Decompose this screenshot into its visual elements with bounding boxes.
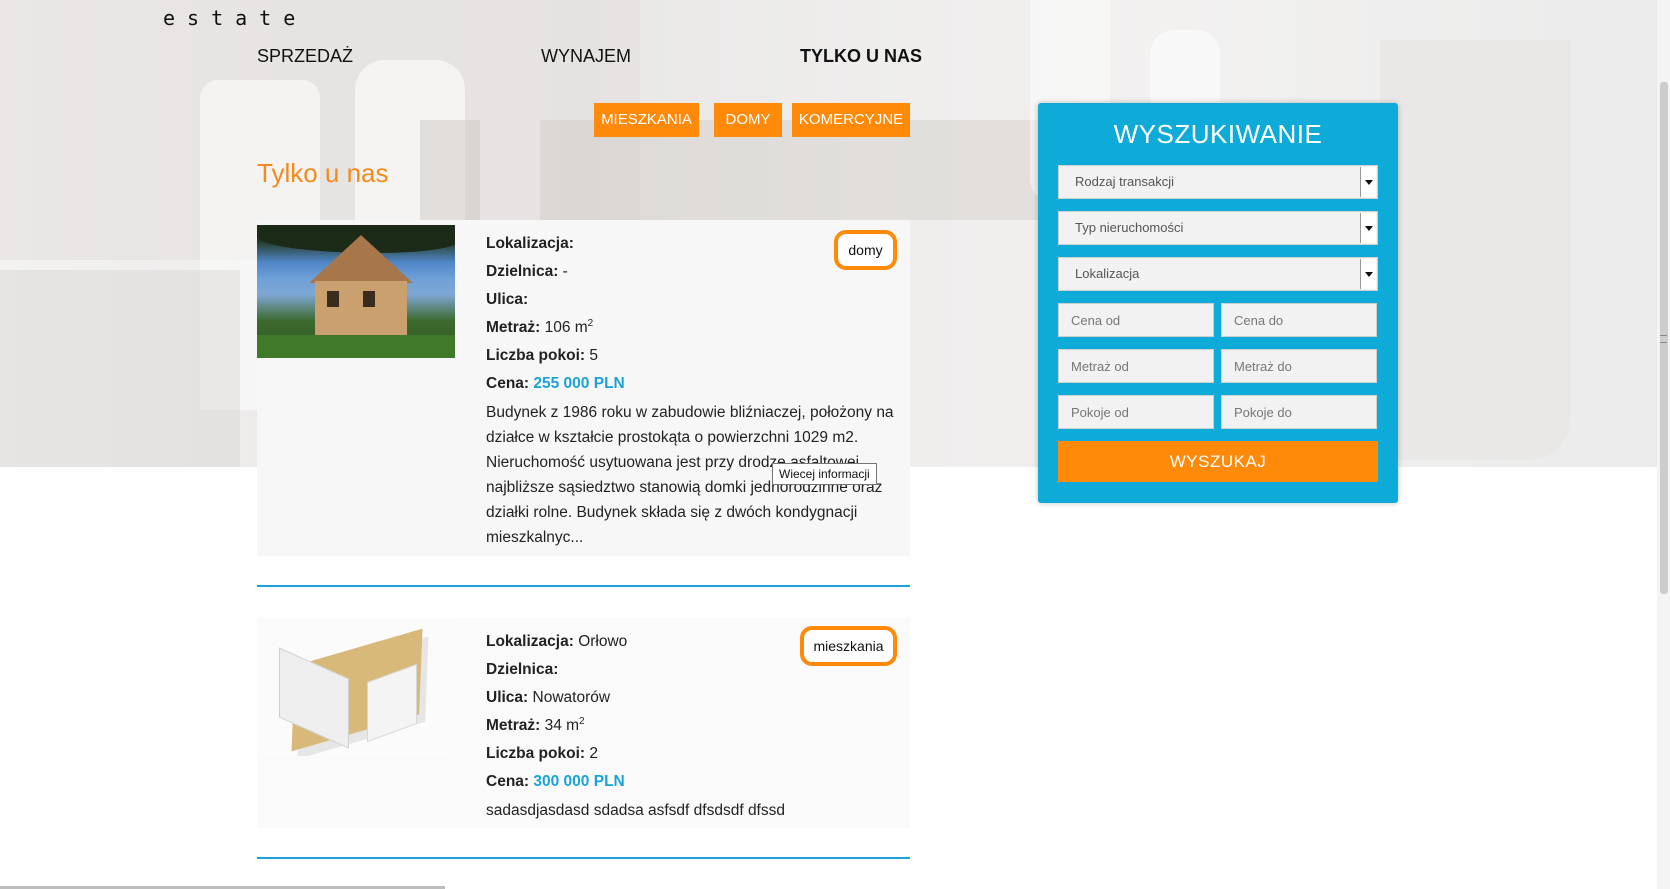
area-to-input[interactable] (1221, 349, 1377, 383)
price-value: 300 000 PLN (533, 773, 625, 790)
area-value: 106 m (544, 319, 588, 336)
district-value: - (562, 263, 568, 280)
rooms-value: 5 (589, 347, 598, 364)
chevron-down-icon[interactable] (1360, 259, 1376, 289)
price-row: Cena: 300 000 PLN (486, 768, 901, 796)
scrollbar-grip-icon (1660, 335, 1667, 343)
street-row: Ulica: Nowatorów (486, 684, 901, 712)
category-button-mieszkania[interactable]: MIESZKANIA (594, 103, 699, 137)
select-value: Rodzaj transakcji (1075, 174, 1174, 189)
description-line: działce w kształcie prostokąta o powierz… (486, 429, 859, 446)
more-info-tooltip: Wiecej informacji (772, 463, 877, 485)
location-value: Orłowo (578, 633, 628, 650)
district-label: Dzielnica: (486, 263, 559, 280)
site-logo[interactable]: estate (163, 6, 307, 30)
rooms-label: Liczba pokoi: (486, 347, 586, 364)
listing-divider (257, 857, 910, 859)
area-from-input[interactable] (1058, 349, 1214, 383)
listing-divider (257, 585, 910, 587)
search-button[interactable]: WYSZUKAJ (1058, 441, 1378, 482)
price-to-input[interactable] (1221, 303, 1377, 337)
area-unit-exponent: 2 (587, 317, 594, 329)
chevron-down-icon[interactable] (1360, 213, 1376, 243)
rooms-from-input[interactable] (1058, 395, 1214, 429)
nav-item-wynajem[interactable]: WYNAJEM (541, 46, 631, 67)
transaction-type-select[interactable]: Rodzaj transakcji (1058, 165, 1378, 199)
location-label: Lokalizacja: (486, 235, 574, 252)
description-line: mieszkalnyc... (486, 529, 584, 546)
area-unit-exponent: 2 (579, 715, 585, 727)
bg-shape (1380, 40, 1570, 460)
listing-photo[interactable] (257, 225, 455, 358)
price-row: Cena: 255 000 PLN (486, 370, 901, 398)
category-button-domy[interactable]: DOMY (714, 103, 782, 137)
price-value: 255 000 PLN (533, 375, 625, 392)
street-value: Nowatorów (532, 689, 611, 706)
roof-shape (309, 235, 413, 283)
rooms-row: Liczba pokoi: 2 (486, 740, 901, 768)
property-type-select[interactable]: Typ nieruchomości (1058, 211, 1378, 245)
rooms-label: Liczba pokoi: (486, 745, 586, 762)
wall-shape (315, 281, 407, 337)
description-line: Budynek z 1986 roku w zabudowie bliźniac… (486, 404, 894, 421)
property-type-badge[interactable]: domy (834, 230, 897, 270)
street-label: Ulica: (486, 689, 529, 706)
lawn-shape (257, 335, 455, 358)
property-type-badge[interactable]: mieszkania (800, 626, 897, 666)
district-label: Dzielnica: (486, 661, 559, 678)
search-panel: WYSZUKIWANIE Rodzaj transakcji Typ nieru… (1038, 103, 1398, 503)
rooms-value: 2 (589, 745, 598, 762)
street-row: Ulica: (486, 286, 901, 314)
listing-card: Lokalizacja: Orłowo Dzielnica: Ulica: No… (257, 618, 910, 828)
listing-info: Lokalizacja: Dzielnica: - Ulica: Metraż:… (486, 230, 901, 550)
area-label: Metraż: (486, 717, 541, 734)
nav-item-tylko-u-nas[interactable]: TYLKO U NAS (800, 46, 922, 67)
listing-photo[interactable] (257, 623, 455, 756)
description-line: działki rolne. Budynek składa się z dwóc… (486, 504, 858, 521)
chevron-down-icon[interactable] (1360, 167, 1376, 197)
location-select[interactable]: Lokalizacja (1058, 257, 1378, 291)
category-button-komercyjne[interactable]: KOMERCYJNE (792, 103, 910, 137)
price-label: Cena: (486, 773, 530, 790)
area-value: 34 m (544, 717, 580, 734)
bg-shape (0, 270, 240, 467)
area-row: Metraż: 34 m2 (486, 712, 901, 740)
page-title: Tylko u nas (257, 158, 389, 188)
search-title: WYSZUKIWANIE (1113, 119, 1323, 149)
select-value: Lokalizacja (1075, 266, 1140, 281)
price-from-input[interactable] (1058, 303, 1214, 337)
select-value: Typ nieruchomości (1075, 220, 1184, 235)
area-row: Metraż: 106 m2 (486, 314, 901, 342)
location-label: Lokalizacja: (486, 633, 574, 650)
window-shape (363, 291, 375, 307)
listing-card: Lokalizacja: Dzielnica: - Ulica: Metraż:… (257, 220, 910, 556)
rooms-to-input[interactable] (1221, 395, 1377, 429)
area-label: Metraż: (486, 319, 541, 336)
listing-description[interactable]: sadasdjasdasd sdadsa asfsdf dfsdsdf dfss… (486, 798, 901, 823)
street-label: Ulica: (486, 291, 529, 308)
vertical-scrollbar[interactable] (1657, 0, 1670, 889)
nav-item-sprzedaz[interactable]: SPRZEDAŻ (257, 46, 353, 67)
window-shape (327, 291, 339, 307)
rooms-row: Liczba pokoi: 5 (486, 342, 901, 370)
price-label: Cena: (486, 375, 530, 392)
